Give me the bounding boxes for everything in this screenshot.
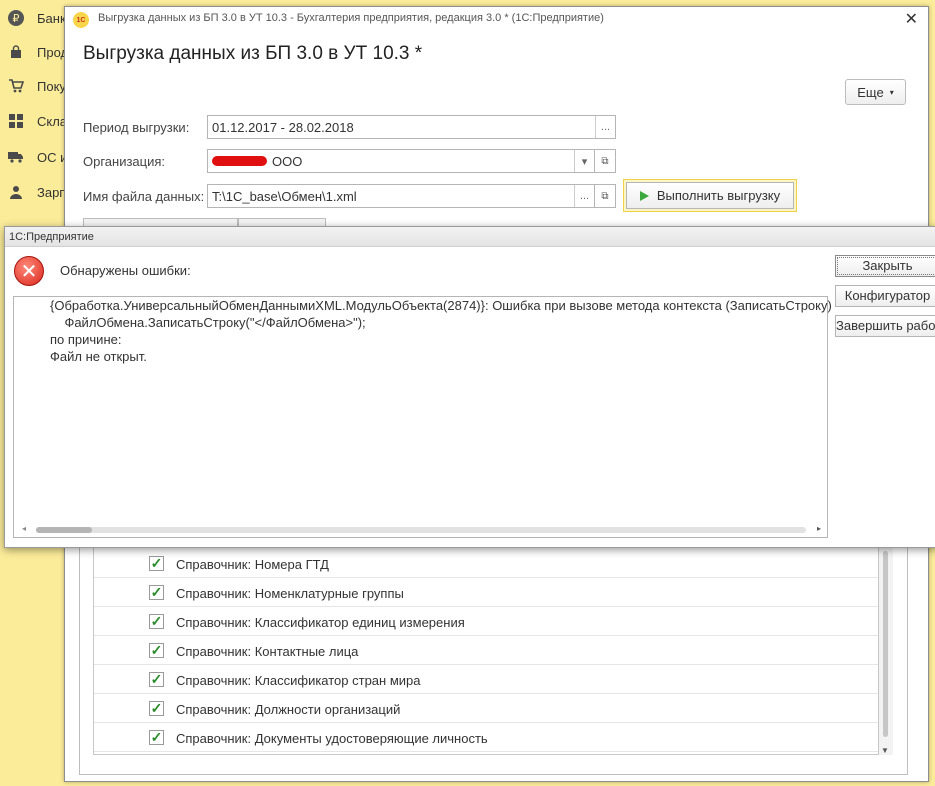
sidebar-item-label: Скла (37, 113, 68, 129)
error-dialog: 1С:Предприятие ✕ Обнаружены ошибки: {Обр… (4, 226, 935, 548)
sidebar-item-label: Зарп (37, 184, 67, 200)
list-item[interactable]: ✓ Справочник: Контактные лица (94, 636, 878, 665)
file-label: Имя файла данных: (83, 189, 205, 204)
sidebar-item-label: Поку (37, 78, 66, 94)
cart-icon (8, 78, 24, 94)
truck-icon (8, 149, 24, 165)
sidebar-item-label: ОС и (37, 149, 68, 165)
play-icon (639, 190, 649, 201)
list-item[interactable]: ✓ Справочник: Классификатор стран мира (94, 665, 878, 694)
file-field[interactable]: T:\1C_base\Обмен\1.xml ... (207, 184, 595, 208)
list-item[interactable]: ✓ Справочник: Номера ГТД (94, 549, 878, 578)
scrollbar-thumb[interactable] (883, 551, 888, 737)
chevron-down-icon: ▾ (889, 87, 894, 97)
close-icon[interactable]: ✕ (905, 9, 918, 29)
horizontal-scrollbar[interactable]: ◂ ▸ (14, 523, 827, 537)
organization-value: ООО (272, 154, 303, 169)
checkbox[interactable]: ✓ (149, 701, 164, 716)
list-item[interactable]: ✓ Справочник: Должности организаций (94, 694, 878, 723)
sidebar-item-assets[interactable]: ОС и (0, 140, 68, 174)
sidebar-item-purchases[interactable]: Поку (0, 69, 66, 103)
open-icon[interactable]: ⧉ (594, 184, 616, 208)
ellipsis-icon[interactable]: ... (574, 185, 594, 207)
run-export-label: Выполнить выгрузку (656, 188, 781, 203)
list-item-label: Справочник: Номенклатурные группы (176, 586, 404, 601)
close-button[interactable]: Закрыть (835, 255, 935, 277)
person-icon (8, 184, 24, 200)
ruble-icon: ₽ (8, 10, 24, 26)
sidebar-item-sales[interactable]: Прод (0, 35, 68, 69)
checkbox[interactable]: ✓ (149, 643, 164, 658)
list-item-label: Справочник: Должности организаций (176, 702, 401, 717)
error-heading: Обнаружены ошибки: (60, 263, 191, 278)
configurator-button[interactable]: Конфигуратор (835, 285, 935, 307)
sidebar-item-label: Банк (37, 10, 66, 26)
scrollbar-thumb[interactable] (36, 527, 92, 533)
sidebar-item-warehouse[interactable]: Скла (0, 104, 68, 138)
scrollbar-track (36, 527, 806, 533)
page-title: Выгрузка данных из БП 3.0 в УТ 10.3 * (83, 43, 423, 64)
run-export-button[interactable]: Выполнить выгрузку (626, 182, 794, 209)
checkbox[interactable]: ✓ (149, 672, 164, 687)
window-title: Выгрузка данных из БП 3.0 в УТ 10.3 - Бу… (98, 12, 604, 24)
finish-work-button[interactable]: Завершить работу (835, 315, 935, 337)
more-button-label: Еще (857, 84, 884, 100)
list-item[interactable]: ✓ Справочник: Классификатор единиц измере… (94, 607, 878, 636)
list-item-label: Справочник: Документы удостоверяющие лич… (176, 731, 488, 746)
1c-logo-icon: 1С (73, 12, 89, 28)
sidebar-item-bank[interactable]: ₽ Банк (0, 1, 66, 35)
dialog-titlebar: 1С:Предприятие (5, 227, 935, 247)
checkbox[interactable]: ✓ (149, 585, 164, 600)
scroll-right-icon[interactable]: ▸ (817, 524, 821, 533)
file-value: T:\1C_base\Обмен\1.xml (212, 189, 357, 204)
sidebar-item-salary[interactable]: Зарп (0, 175, 66, 209)
redacted-mark (212, 156, 267, 166)
organization-label: Организация: (83, 154, 166, 169)
error-icon: ✕ (14, 256, 44, 286)
checkbox[interactable]: ✓ (149, 556, 164, 571)
error-details-box[interactable]: {Обработка.УниверсальныйОбменДаннымиXML.… (13, 296, 832, 538)
list-item-label: Справочник: Номера ГТД (176, 557, 329, 572)
scroll-down-icon[interactable]: ▼ (881, 746, 889, 755)
list-item[interactable]: ✓ Справочник: Номенклатурные группы (94, 578, 878, 607)
list-item[interactable]: ✓ Справочник: Документы удостоверяющие ли… (94, 723, 878, 752)
grid-icon (8, 113, 24, 129)
list-item-label: Справочник: Контактные лица (176, 644, 359, 659)
period-field[interactable]: 01.12.2017 - 28.02.2018 ... (207, 115, 616, 139)
ellipsis-icon[interactable]: ... (595, 116, 615, 138)
more-button[interactable]: Еще ▾ (845, 79, 906, 105)
period-value: 01.12.2017 - 28.02.2018 (212, 120, 354, 135)
window-titlebar: 1С Выгрузка данных из БП 3.0 в УТ 10.3 -… (65, 7, 928, 31)
run-button-highlight: Выполнить выгрузку (623, 179, 797, 212)
list-item-label: Справочник: Классификатор стран мира (176, 673, 421, 688)
objects-list: ✓ Справочник: Номера ГТД ✓ Справочник: Номе… (93, 547, 879, 755)
dropdown-arrow-icon[interactable]: ▾ (574, 150, 594, 172)
organization-field[interactable]: ООО ▾ (207, 149, 595, 173)
checkbox[interactable]: ✓ (149, 730, 164, 745)
list-scrollbar[interactable]: ▼ (879, 547, 893, 755)
checkbox[interactable]: ✓ (149, 614, 164, 629)
scroll-left-icon[interactable]: ◂ (22, 524, 26, 533)
list-item-label: Справочник: Классификатор единиц измерен… (176, 615, 465, 630)
open-icon[interactable]: ⧉ (594, 149, 616, 173)
error-message: {Обработка.УниверсальныйОбменДаннымиXML.… (50, 298, 832, 364)
period-label: Период выгрузки: (83, 120, 190, 135)
bag-icon (8, 44, 24, 60)
dialog-title: 1С:Предприятие (9, 231, 94, 243)
